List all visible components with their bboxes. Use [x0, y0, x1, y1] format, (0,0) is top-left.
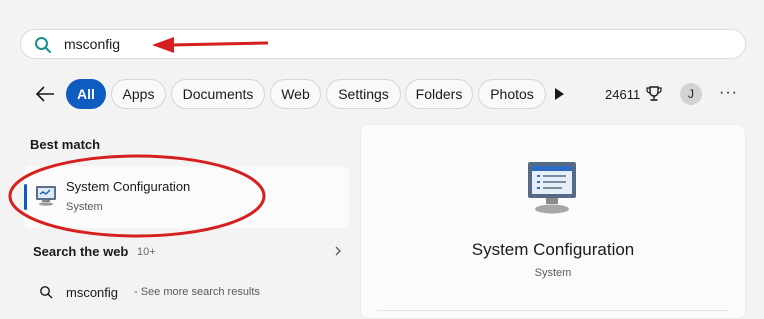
- search-icon: [40, 286, 53, 299]
- filter-bar: All Apps Documents Web Settings Folders …: [0, 78, 764, 112]
- web-result-count: 10+: [137, 246, 156, 258]
- tab-web[interactable]: Web: [270, 79, 321, 109]
- tab-photos[interactable]: Photos: [478, 79, 546, 109]
- search-the-web-heading: Search the web: [33, 244, 129, 259]
- tab-folders[interactable]: Folders: [405, 79, 473, 109]
- best-match-heading: Best match: [30, 137, 101, 152]
- search-icon: [35, 37, 51, 53]
- tab-all[interactable]: All: [66, 79, 106, 109]
- rewards-points: 24611: [605, 87, 641, 102]
- search-input[interactable]: msconfig: [64, 36, 120, 52]
- search-box[interactable]: msconfig: [20, 29, 746, 59]
- back-arrow-icon[interactable]: [34, 84, 56, 104]
- search-the-web-row[interactable]: Search the web 10+: [24, 236, 349, 266]
- divider: [377, 310, 729, 311]
- annotation-arrow: [152, 37, 269, 53]
- more-icon[interactable]: ···: [719, 84, 738, 102]
- detail-subtitle: System: [534, 267, 572, 279]
- detail-panel: System Configuration System: [360, 124, 746, 319]
- avatar[interactable]: J: [680, 83, 702, 105]
- tab-apps[interactable]: Apps: [111, 79, 166, 109]
- tab-documents[interactable]: Documents: [171, 79, 265, 109]
- detail-title: System Configuration: [471, 240, 635, 259]
- chevron-right-icon: [335, 246, 341, 256]
- system-configuration-icon: [528, 162, 576, 214]
- web-result-item[interactable]: msconfig - See more search results: [24, 276, 349, 306]
- trophy-icon[interactable]: [645, 85, 663, 103]
- web-result-hint: - See more search results: [134, 286, 260, 298]
- web-result-term: msconfig: [66, 285, 119, 300]
- annotation-ellipse: [8, 154, 266, 238]
- play-icon[interactable]: [553, 87, 565, 101]
- tab-settings[interactable]: Settings: [326, 79, 401, 109]
